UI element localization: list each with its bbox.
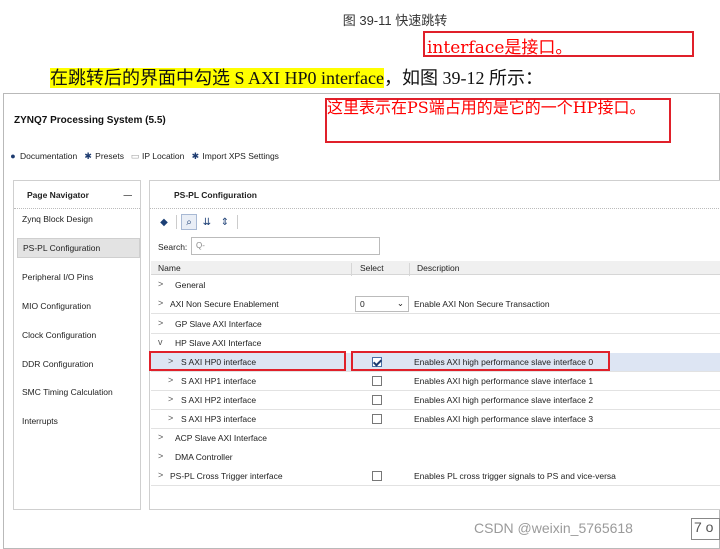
toolbar-separator — [176, 215, 177, 229]
gear-icon: ✱ — [84, 150, 92, 161]
table-row[interactable]: > GP Slave AXI Interface — [151, 315, 720, 334]
row-name: General — [175, 280, 206, 290]
expand-chevron-icon[interactable]: > — [168, 413, 173, 423]
column-divider[interactable] — [409, 263, 410, 276]
watermark-box: 7 o — [691, 518, 720, 540]
nav-item-zynq-block-design[interactable]: Zynq Block Design — [17, 209, 140, 229]
row-name: AXI Non Secure Enablement — [170, 299, 279, 309]
row-description: Enables AXI high performance slave inter… — [414, 376, 594, 386]
row-name: HP Slave AXI Interface — [175, 338, 262, 348]
column-header-name[interactable]: Name — [158, 263, 181, 273]
s-axi-hp2-checkbox[interactable] — [372, 395, 382, 405]
row-name: GP Slave AXI Interface — [175, 319, 262, 329]
toolbar-separator — [237, 215, 238, 229]
row-description: Enable AXI Non Secure Transaction — [414, 299, 550, 309]
row-description: Enables AXI high performance slave inter… — [414, 414, 594, 424]
dropdown-value: 0 — [360, 299, 365, 309]
page-navigator-header: Page Navigator — — [14, 181, 140, 209]
collapse-all-icon[interactable]: ⇊ — [199, 214, 215, 230]
nav-item-interrupts[interactable]: Interrupts — [17, 411, 140, 431]
nav-item-clock-configuration[interactable]: Clock Configuration — [17, 325, 140, 345]
expand-chevron-icon[interactable]: > — [158, 318, 163, 328]
nav-item-ps-pl-configuration[interactable]: PS-PL Configuration — [17, 238, 140, 258]
annotation-interface-note: interface是接口。 — [427, 38, 573, 58]
search-label: Search: — [158, 242, 188, 252]
table-row[interactable]: > S AXI HP3 interface Enables AXI high p… — [151, 410, 720, 429]
folder-icon: ▭ — [130, 150, 140, 161]
column-header-description[interactable]: Description — [417, 263, 460, 273]
row-name: ACP Slave AXI Interface — [175, 433, 267, 443]
expand-chevron-icon[interactable]: > — [158, 432, 163, 442]
page-navigator: Page Navigator — Zynq Block Design PS-PL… — [13, 180, 141, 510]
nav-item-ddr-configuration[interactable]: DDR Configuration — [17, 354, 140, 374]
instruction-rest: ，如图 39-12 所示： — [383, 68, 543, 88]
expand-chevron-icon[interactable]: > — [158, 298, 163, 308]
highlight-box-hp0-select — [351, 351, 610, 371]
row-name: PS-PL Cross Trigger interface — [170, 471, 283, 481]
ps-pl-configuration-panel: PS-PL Configuration ◆ ⌕ ⇊ ⇕ Search: Q- N… — [149, 180, 720, 510]
figure-caption: 图 39-11 快速跳转 — [342, 13, 448, 28]
chevron-down-icon: ⌄ — [396, 298, 404, 308]
annotation-hp-interface-note: 这里表示在PS端占用的是它的一个HP接口。 — [327, 98, 646, 117]
panel-toolbar: ◆ ⌕ ⇊ ⇕ — [156, 214, 240, 230]
cross-trigger-checkbox[interactable] — [372, 471, 382, 481]
axi-non-secure-dropdown[interactable]: 0 ⌄ — [355, 296, 409, 312]
table-row[interactable]: > General — [151, 276, 720, 295]
table-row[interactable]: > S AXI HP1 interface Enables AXI high p… — [151, 372, 720, 391]
table-row[interactable]: > PS-PL Cross Trigger interface Enables … — [151, 467, 720, 486]
panel-title: PS-PL Configuration — [150, 181, 720, 209]
table-row[interactable]: > S AXI HP2 interface Enables AXI high p… — [151, 391, 720, 410]
page-navigator-title: Page Navigator — [27, 189, 89, 200]
table-row[interactable]: > AXI Non Secure Enablement 0 ⌄ Enable AX… — [151, 295, 720, 314]
zynq-config-window: ZYNQ7 Processing System (5.5) ● Document… — [3, 93, 720, 549]
column-header-select[interactable]: Select — [360, 263, 384, 273]
import-xps-label: Import XPS Settings — [202, 151, 279, 161]
ip-location-label: IP Location — [142, 151, 185, 161]
s-axi-hp3-checkbox[interactable] — [372, 414, 382, 424]
s-axi-hp1-checkbox[interactable] — [372, 376, 382, 386]
table-header: Name Select Description — [151, 261, 720, 276]
gear-icon: ✱ — [191, 150, 200, 161]
documentation-label: Documentation — [20, 151, 78, 161]
row-description: Enables PL cross trigger signals to PS a… — [414, 471, 616, 481]
expand-chevron-icon[interactable]: > — [158, 451, 163, 461]
expand-chevron-icon[interactable]: > — [168, 375, 173, 385]
row-name: S AXI HP2 interface — [181, 395, 257, 405]
expand-all-icon[interactable]: ⇕ — [217, 214, 233, 230]
presets-button[interactable]: ✱ Presets — [83, 151, 124, 161]
nav-item-mio-configuration[interactable]: MIO Configuration — [17, 296, 140, 316]
search-icon[interactable]: ⌕ — [181, 214, 197, 230]
highlight-box-hp0-name — [149, 351, 346, 371]
nav-item-peripheral-io-pins[interactable]: Peripheral I/O Pins — [17, 267, 140, 287]
back-arrow-icon[interactable]: ◆ — [156, 214, 172, 230]
toolbar: ● Documentation ✱ Presets ▭ IP Location … — [8, 151, 279, 161]
row-name: DMA Controller — [175, 452, 233, 462]
expand-chevron-icon[interactable]: > — [158, 470, 163, 480]
ip-location-button[interactable]: ▭ IP Location — [130, 150, 185, 161]
row-name: S AXI HP3 interface — [181, 414, 257, 424]
column-divider[interactable] — [351, 263, 352, 276]
row-description: Enables AXI high performance slave inter… — [414, 395, 594, 405]
import-xps-button[interactable]: ✱ Import XPS Settings — [190, 151, 279, 161]
collapse-icon[interactable]: — — [124, 190, 133, 200]
document-body-line: 在跳转后的界面中勾选 S AXI HP0 interface，如图 39-12 … — [50, 64, 543, 90]
info-icon: ● — [10, 150, 16, 161]
expand-chevron-icon[interactable]: > — [168, 394, 173, 404]
search-input[interactable]: Q- — [191, 237, 380, 255]
csdn-watermark: CSDN @weixin_5765618 — [474, 520, 633, 536]
highlighted-instruction: 在跳转后的界面中勾选 S AXI HP0 interface — [50, 68, 384, 88]
collapse-chevron-icon[interactable]: v — [158, 337, 163, 347]
window-title: ZYNQ7 Processing System (5.5) — [14, 115, 166, 126]
table-row[interactable]: > ACP Slave AXI Interface — [151, 429, 720, 448]
nav-item-smc-timing-calculation[interactable]: SMC Timing Calculation — [17, 382, 140, 402]
row-name: S AXI HP1 interface — [181, 376, 257, 386]
documentation-button[interactable]: ● Documentation — [8, 151, 77, 161]
expand-chevron-icon[interactable]: > — [158, 279, 163, 289]
presets-label: Presets — [95, 151, 124, 161]
table-row[interactable]: > DMA Controller — [151, 448, 720, 467]
